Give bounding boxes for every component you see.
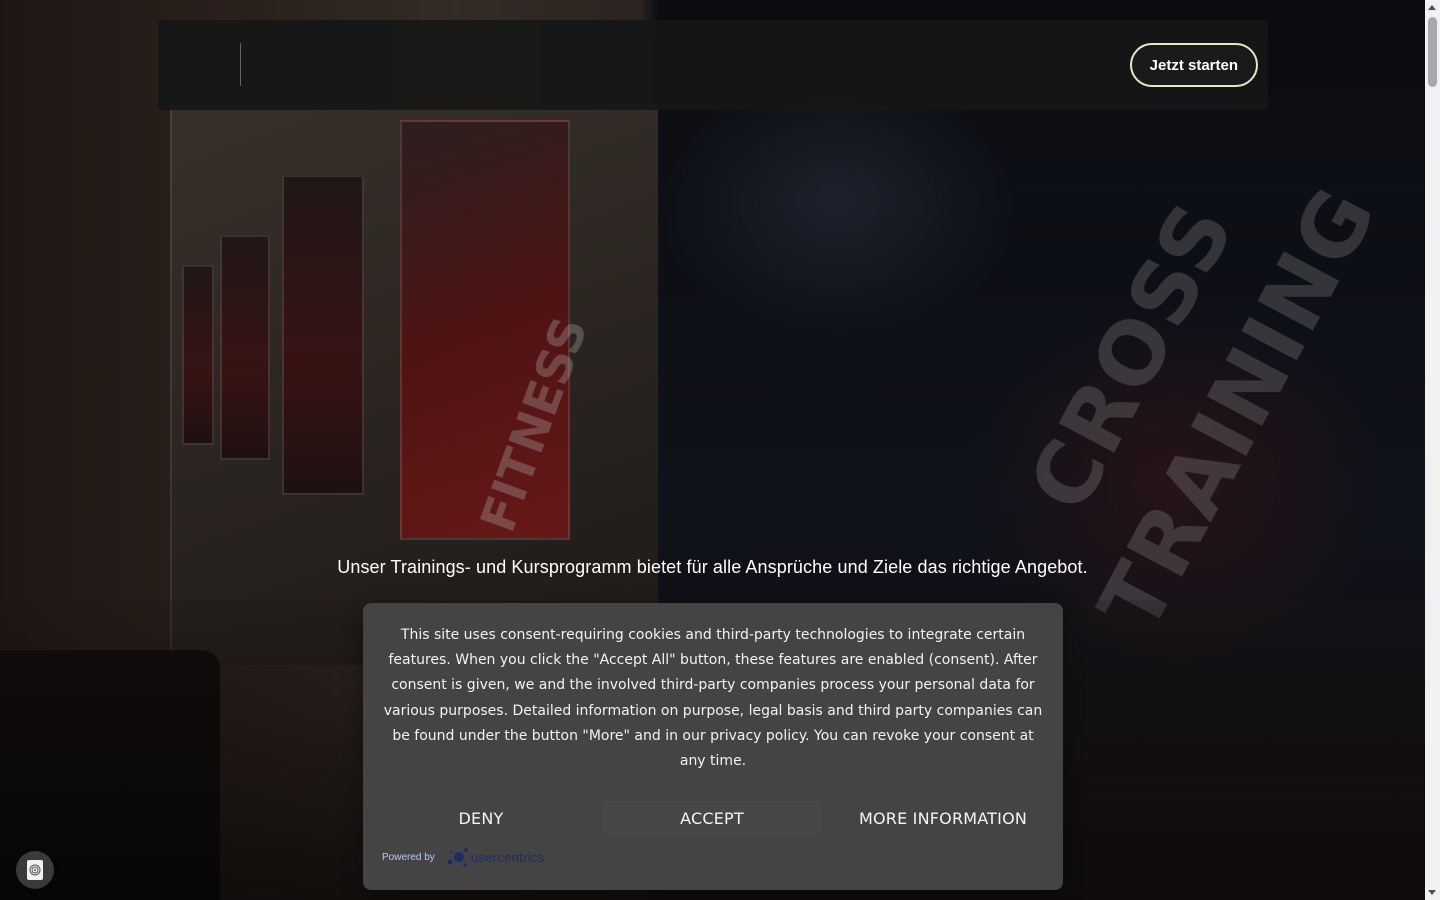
usercentrics-mark-icon: [447, 848, 468, 867]
scroll-up-arrow-icon[interactable]: [1428, 5, 1436, 10]
start-now-button[interactable]: Jetzt starten: [1129, 43, 1258, 87]
deny-button[interactable]: DENY: [371, 801, 591, 835]
header-divider: [240, 43, 241, 86]
fingerprint-icon: [27, 860, 43, 880]
brand-name: usercentrics: [470, 849, 545, 865]
page-scrollbar[interactable]: [1425, 0, 1440, 900]
powered-by-label: Powered by: [382, 851, 435, 863]
site-header: Jetzt starten: [158, 20, 1268, 110]
hero-tagline: Unser Trainings- und Kursprogramm bietet…: [337, 557, 1088, 577]
more-information-button[interactable]: MORE INFORMATION: [833, 801, 1053, 835]
powered-by[interactable]: Powered by usercentrics: [382, 844, 545, 870]
scroll-down-arrow-icon[interactable]: [1428, 890, 1436, 895]
consent-message: This site uses consent-requiring cookies…: [383, 627, 1043, 770]
cookie-consent-dialog: This site uses consent-requiring cookies…: [363, 603, 1063, 890]
privacy-settings-button[interactable]: [16, 851, 54, 889]
usercentrics-logo-icon: usercentrics: [445, 846, 545, 868]
scrollbar-thumb[interactable]: [1428, 17, 1437, 87]
accept-button[interactable]: ACCEPT: [602, 801, 822, 835]
